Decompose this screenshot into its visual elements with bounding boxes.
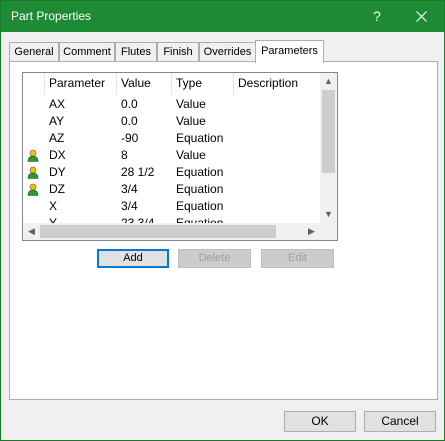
user-icon bbox=[27, 166, 39, 179]
cell-type: Equation bbox=[176, 182, 224, 196]
title-bar[interactable]: Part Properties ? bbox=[1, 1, 444, 32]
delete-button[interactable]: Delete bbox=[178, 249, 251, 268]
ok-button[interactable]: OK bbox=[284, 411, 356, 432]
tab-comment[interactable]: Comment bbox=[59, 42, 115, 62]
cell-value: 3/4 bbox=[121, 182, 138, 196]
close-icon bbox=[416, 11, 427, 22]
table-row[interactable]: AY 0.0 Value bbox=[23, 113, 321, 130]
cell-value: -90 bbox=[121, 131, 139, 145]
add-button[interactable]: Add bbox=[97, 249, 169, 268]
user-icon bbox=[27, 149, 39, 162]
cell-type: Value bbox=[176, 114, 206, 128]
window-title: Part Properties bbox=[11, 9, 92, 23]
help-button[interactable]: ? bbox=[358, 1, 396, 32]
scroll-right-icon[interactable]: ▶ bbox=[303, 223, 320, 240]
cell-description bbox=[234, 147, 321, 164]
cell-type: Value bbox=[176, 97, 206, 111]
cell-type: Equation bbox=[176, 131, 224, 145]
scroll-down-icon[interactable]: ▼ bbox=[320, 206, 337, 223]
list-header: Parameter Value Type Description bbox=[23, 73, 321, 95]
close-button[interactable] bbox=[400, 1, 444, 32]
horizontal-scroll-thumb[interactable] bbox=[40, 225, 276, 238]
cell-parameter: AZ bbox=[49, 131, 65, 145]
part-properties-dialog: Part Properties ? General Comment Flutes… bbox=[0, 0, 445, 441]
column-header-value[interactable]: Value bbox=[117, 73, 172, 95]
cancel-button[interactable]: Cancel bbox=[364, 411, 436, 432]
cell-parameter: DX bbox=[49, 148, 66, 162]
column-header-parameter[interactable]: Parameter bbox=[45, 73, 117, 95]
table-row[interactable]: X 3/4 Equation bbox=[23, 198, 321, 215]
tab-parameters[interactable]: Parameters bbox=[255, 40, 324, 63]
parameters-panel: Parameter Value Type Description AX 0.0 Va… bbox=[9, 61, 438, 400]
cell-description bbox=[234, 96, 321, 113]
cell-description bbox=[234, 113, 321, 130]
scrollbar-corner bbox=[320, 223, 337, 240]
tab-general[interactable]: General bbox=[9, 42, 59, 62]
cell-value: 3/4 bbox=[121, 199, 138, 213]
horizontal-scrollbar[interactable]: ◀ ▶ bbox=[23, 223, 320, 240]
scroll-up-icon[interactable]: ▲ bbox=[320, 73, 337, 90]
parameters-list[interactable]: Parameter Value Type Description AX 0.0 Va… bbox=[22, 72, 338, 241]
cell-parameter: X bbox=[49, 199, 58, 213]
cell-description bbox=[234, 164, 321, 181]
user-icon bbox=[27, 183, 39, 196]
edit-button[interactable]: Edit bbox=[261, 249, 334, 268]
cell-parameter: DY bbox=[49, 165, 66, 179]
vertical-scrollbar[interactable]: ▲ ▼ bbox=[320, 73, 337, 223]
cell-description bbox=[234, 181, 321, 198]
cell-parameter: AY bbox=[49, 114, 65, 128]
icon-column-header[interactable] bbox=[23, 73, 45, 95]
table-row[interactable]: DX 8 Value bbox=[23, 147, 321, 164]
cell-type: Equation bbox=[176, 165, 224, 179]
table-row[interactable]: AZ -90 Equation bbox=[23, 130, 321, 147]
column-header-type[interactable]: Type bbox=[172, 73, 234, 95]
tab-finish[interactable]: Finish bbox=[157, 42, 199, 62]
cell-value: 28 1/2 bbox=[121, 165, 155, 179]
table-row[interactable]: AX 0.0 Value bbox=[23, 96, 321, 113]
tab-overrides[interactable]: Overrides bbox=[199, 42, 256, 62]
cell-value: 0.0 bbox=[121, 114, 138, 128]
table-row[interactable]: DY 28 1/2 Equation bbox=[23, 164, 321, 181]
table-row[interactable]: DZ 3/4 Equation bbox=[23, 181, 321, 198]
cell-type: Equation bbox=[176, 199, 224, 213]
vertical-scroll-thumb[interactable] bbox=[322, 90, 335, 173]
cell-parameter: AX bbox=[49, 97, 66, 111]
cell-description bbox=[234, 198, 321, 215]
cell-value: 0.0 bbox=[121, 97, 138, 111]
cell-description bbox=[234, 130, 321, 147]
tab-flutes[interactable]: Flutes bbox=[115, 42, 157, 62]
column-header-description[interactable]: Description bbox=[234, 73, 321, 95]
cell-parameter: DZ bbox=[49, 182, 65, 196]
cell-type: Value bbox=[176, 148, 206, 162]
cell-value: 8 bbox=[121, 148, 128, 162]
scroll-left-icon[interactable]: ◀ bbox=[23, 223, 40, 240]
